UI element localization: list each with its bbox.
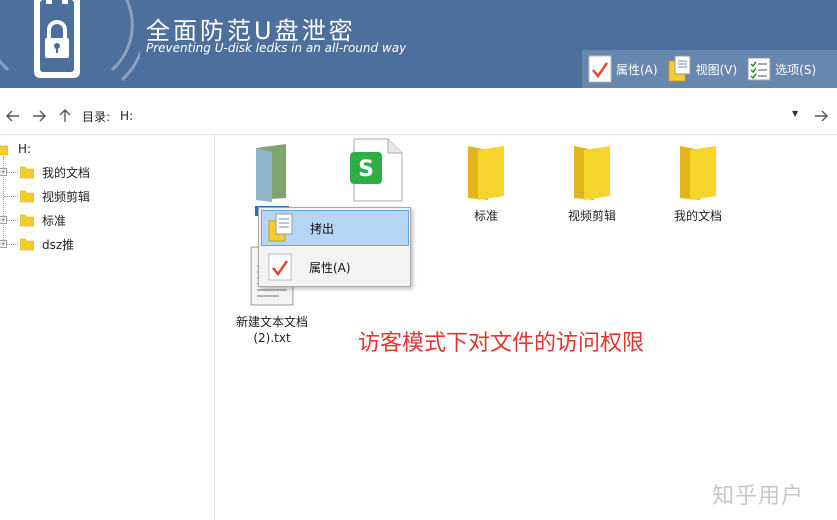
context-menu-label: 属性(A) (309, 260, 351, 275)
annotation-text: 访客模式下对文件的访问权限 (358, 331, 645, 356)
app-subtitle: Preventing U-disk ledks in an all-round … (146, 41, 407, 55)
green-folder-icon (256, 144, 286, 202)
app-banner: 全面防范U盘泄密 Preventing U-disk ledks in an a… (0, 0, 837, 88)
view-button[interactable]: 视图(V) (668, 54, 738, 84)
context-menu: 拷出 属性(A) (258, 207, 411, 287)
pane-splitter[interactable] (214, 135, 215, 520)
context-menu-properties[interactable]: 属性(A) (261, 249, 409, 285)
file-name: 标准 (473, 209, 498, 223)
wps-spreadsheet-icon: S (350, 138, 403, 202)
svg-text:S: S (358, 157, 374, 182)
tree-item-video-editing[interactable]: 视频剪辑 (20, 185, 90, 207)
file-item-green-folder[interactable] (222, 138, 322, 216)
tree-item-label: 视频剪辑 (42, 189, 91, 204)
divider (0, 134, 837, 135)
tree-item-standard[interactable]: 标准 (20, 209, 66, 231)
directory-label: 目录: (82, 109, 111, 124)
folder-icon (680, 146, 716, 200)
watermark: 知乎用户 (712, 484, 805, 509)
context-menu-label: 拷出 (310, 221, 335, 236)
tree-item-label: 标准 (42, 213, 67, 228)
context-menu-copy-out[interactable]: 拷出 (261, 210, 409, 246)
file-name: 我的文档 (673, 209, 722, 223)
go-arrow-icon[interactable] (808, 103, 834, 129)
view-label: 视图(V) (695, 62, 738, 77)
copy-icon (668, 55, 691, 82)
folder-icon (20, 166, 34, 179)
options-button[interactable]: 选项(S) (747, 54, 816, 84)
tree-item-root[interactable]: H: (0, 138, 31, 160)
directory-path-input[interactable]: H: (120, 109, 133, 123)
properties-label: 属性(A) (616, 62, 658, 77)
back-arrow-icon[interactable] (0, 103, 26, 129)
expand-icon[interactable]: + (0, 240, 7, 248)
tree-connector (4, 196, 18, 197)
usb-lock-logo-icon (34, 0, 80, 78)
up-arrow-icon[interactable] (52, 103, 78, 129)
checkmark-icon (268, 253, 292, 281)
properties-button[interactable]: 属性(A) (588, 54, 658, 84)
folder-icon (0, 144, 8, 156)
file-name: 新建文本文档 (2).txt (235, 315, 308, 345)
file-name: 视频剪辑 (567, 209, 616, 223)
tree-item-label: dsz推 (42, 237, 75, 252)
expand-icon[interactable]: + (0, 216, 7, 224)
copy-icon (268, 213, 293, 242)
checkmark-icon (588, 55, 612, 83)
tree-item-label: H: (18, 142, 32, 156)
tree-item-dsz[interactable]: dsz推 (20, 233, 74, 255)
tree-item-label: 我的文档 (42, 165, 91, 180)
tree-item-my-documents[interactable]: 我的文档 (20, 161, 90, 183)
toolbar: 属性(A) 视图(V) 选项(S) (582, 50, 837, 88)
file-item-standard-folder[interactable]: 标准 (436, 138, 536, 224)
file-item-documents-folder[interactable]: 我的文档 (648, 138, 748, 224)
chevron-down-icon[interactable]: ▼ (792, 109, 798, 118)
forward-arrow-icon[interactable] (26, 103, 52, 129)
expand-icon[interactable]: + (0, 168, 7, 176)
checklist-icon (747, 57, 771, 81)
folder-icon (468, 146, 504, 200)
folder-icon (20, 238, 34, 251)
folder-icon (20, 214, 34, 227)
options-label: 选项(S) (775, 62, 817, 77)
folder-icon (20, 190, 34, 203)
address-bar: 目录: H: ▼ (0, 100, 837, 132)
file-item-video-folder[interactable]: 视频剪辑 (542, 138, 642, 224)
file-item-wps-sheet[interactable]: S (326, 138, 426, 202)
folder-icon (574, 146, 610, 200)
